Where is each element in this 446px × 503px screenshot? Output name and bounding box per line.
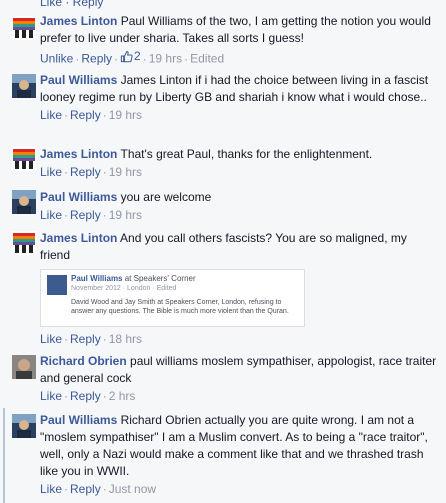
like-count[interactable]: 2 [120, 48, 141, 64]
comment-actions: Like · Reply · 2 hrs [40, 389, 136, 403]
reply-link[interactable]: Reply [70, 332, 101, 346]
comment-author[interactable]: Richard Obrien [40, 354, 127, 368]
comment-actions: Like · Reply · 19 hrs [40, 165, 143, 179]
reply-link[interactable]: Reply [70, 389, 101, 403]
reply-link[interactable]: Reply [70, 165, 101, 179]
avatar[interactable] [12, 355, 36, 379]
shared-post-thumbnail [47, 275, 67, 295]
edited-label[interactable]: Edited [190, 52, 224, 66]
avatar[interactable] [12, 414, 36, 438]
like-link[interactable]: Like [40, 389, 62, 403]
timestamp[interactable]: Just now [109, 482, 156, 496]
comment-actions: Like · Reply · 18 hrs [40, 332, 143, 346]
timestamp[interactable]: 19 hrs [109, 108, 142, 122]
reply-link[interactable]: Reply [81, 52, 112, 66]
comment-text: you are welcome [120, 190, 212, 204]
shared-post-author[interactable]: Paul Williams [71, 274, 123, 283]
avatar[interactable] [12, 147, 36, 171]
unlike-link[interactable]: Unlike [40, 52, 73, 66]
avatar[interactable] [12, 16, 36, 40]
reply-link[interactable]: Reply [70, 208, 101, 222]
comment-text: That's great Paul, thanks for the enligh… [120, 147, 373, 161]
shared-post-text: David Wood and Jay Smith at Speakers Cor… [71, 299, 289, 315]
comment-thread: Like · Reply James Linton Paul Williams … [0, 0, 446, 503]
timestamp[interactable]: 19 hrs [109, 208, 142, 222]
like-link[interactable]: Like [40, 108, 62, 122]
previous-comment-actions[interactable]: Like · Reply [40, 0, 103, 9]
avatar[interactable] [12, 190, 36, 214]
like-link[interactable]: Like [40, 165, 62, 179]
shared-post-meta: November 2012 · London · Edited [71, 285, 177, 292]
thumbs-up-icon [120, 50, 133, 62]
comment-actions: Like · Reply · 19 hrs [40, 108, 143, 122]
new-comment-indicator [3, 408, 5, 503]
reply-link[interactable]: Reply [70, 108, 101, 122]
comment-actions: Unlike · Reply · 2 · 19 hrs · Edited [40, 48, 225, 66]
comment-author[interactable]: James Linton [40, 147, 117, 161]
timestamp[interactable]: 19 hrs [109, 165, 142, 179]
timestamp[interactable]: 2 hrs [109, 389, 136, 403]
comment-author[interactable]: Paul Williams [40, 413, 117, 427]
avatar[interactable] [12, 231, 36, 255]
comment-actions: Like · Reply · 19 hrs [40, 208, 143, 222]
like-link[interactable]: Like [40, 482, 62, 496]
like-link[interactable]: Like [40, 208, 62, 222]
comment-author[interactable]: James Linton [40, 231, 117, 245]
timestamp[interactable]: 19 hrs [149, 52, 182, 66]
comment-author[interactable]: James Linton [40, 14, 117, 28]
comment-author[interactable]: Paul Williams [40, 73, 117, 87]
shared-post-card[interactable]: Paul Williams at Speakers' Corner Novemb… [40, 269, 305, 327]
shared-post-location: at Speakers' Corner [124, 274, 196, 283]
comment-actions: Like · Reply · Just now [40, 482, 157, 496]
reply-link[interactable]: Reply [70, 482, 101, 496]
comment-author[interactable]: Paul Williams [40, 190, 117, 204]
avatar[interactable] [12, 74, 36, 98]
timestamp[interactable]: 18 hrs [109, 332, 142, 346]
like-link[interactable]: Like [40, 332, 62, 346]
